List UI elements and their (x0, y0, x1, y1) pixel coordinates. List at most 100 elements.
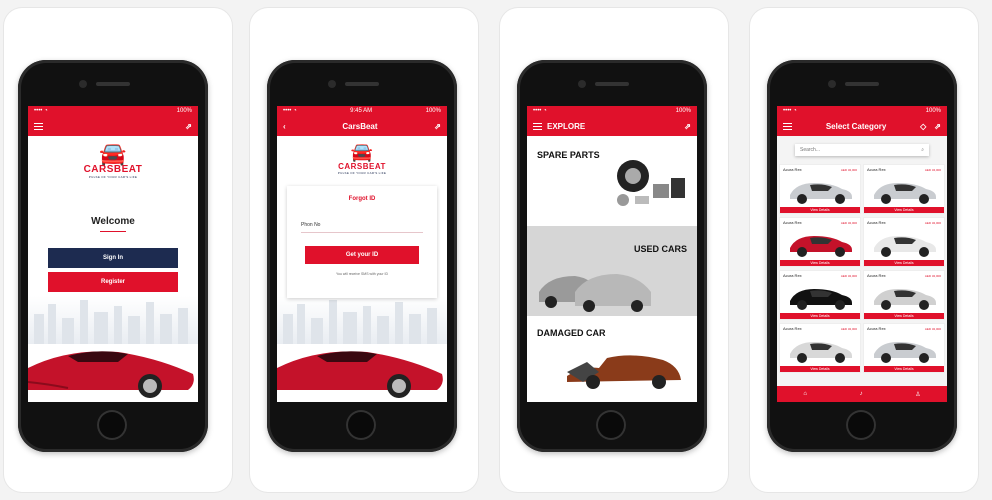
register-button[interactable]: Register (48, 272, 178, 292)
car-name: Acura Rex (783, 326, 802, 331)
share-icon[interactable]: ⇗ (434, 122, 441, 131)
notification-bell-icon[interactable]: ♪ (860, 391, 863, 397)
home-button[interactable] (346, 410, 376, 440)
spare-parts-section[interactable]: SPARE PARTS (527, 136, 697, 226)
car-tile[interactable]: Acura Rex AED 32,000 View Details (779, 164, 861, 214)
share-icon[interactable]: ⇗ (934, 122, 941, 131)
view-details-button[interactable]: View Details (864, 366, 944, 372)
view-details-button[interactable]: View Details (780, 313, 860, 319)
search-icon[interactable]: ⌕ (921, 147, 924, 153)
car-tile[interactable]: Acura Rex AED 32,000 View Details (863, 270, 945, 320)
phone-3: •••• ◔ 100% EXPLORE ⇗ SPARE PARTS USED CA… (517, 60, 707, 452)
battery-label: 100% (675, 108, 691, 114)
get-id-button[interactable]: Get your ID (305, 246, 419, 264)
phone-2: •••• ◔ 9:45 AM 100% ‹ CarsBeat ⇗ 🚘 CARSBEA… (267, 60, 457, 452)
share-icon[interactable]: ⇗ (684, 122, 691, 131)
home-button[interactable] (97, 410, 127, 440)
back-icon[interactable]: ‹ (283, 122, 286, 131)
phone-1: •••• ◔ 100% ⇗ 🚘 CARSBEAT PULSE OF YOUR CA… (18, 60, 208, 452)
brand-logo: 🚘 CARSBEAT PULSE OF YOUR CAR'S LIFE (68, 141, 158, 180)
camera (328, 80, 336, 88)
car-logo-icon: 🚘 (99, 141, 127, 166)
share-icon[interactable]: ⇗ (185, 122, 192, 131)
view-details-button[interactable]: View Details (780, 207, 860, 213)
forgot-id-form: Forgot ID Phon No Get your ID You will r… (287, 186, 437, 298)
car-tile[interactable]: Acura Rex AED 34,000 View Details (863, 164, 945, 214)
view-details-button[interactable]: View Details (864, 207, 944, 213)
app-bar: ‹ CarsBeat ⇗ (277, 116, 447, 136)
used-cars-section[interactable]: USED CARS (527, 226, 697, 316)
menu-icon[interactable] (34, 122, 43, 130)
app-bar: ⇗ (28, 116, 198, 136)
car-price: AED 32,000 (840, 327, 857, 331)
brand-logo: 🚘 CARSBEAT PULSE OF YOUR CAR'S LIFE (322, 142, 402, 175)
car-name: Acura Rex (783, 220, 802, 225)
form-title: Forgot ID (348, 196, 376, 202)
car-tile[interactable]: Acura Rex AED 32,000 View Details (863, 323, 945, 373)
spare-parts-image (617, 160, 685, 206)
brand-tagline: PULSE OF YOUR CAR'S LIFE (88, 175, 138, 179)
signal-icon: •••• ◔ (34, 108, 48, 114)
earpiece (96, 82, 130, 86)
time-label: 9:45 AM (350, 108, 373, 114)
car-image (874, 289, 936, 310)
car-tile[interactable]: Acura Rex AED 32,000 View Details (779, 217, 861, 267)
profile-icon[interactable]: ♙ (915, 391, 920, 398)
signal-icon: •••• ◔ (533, 108, 547, 114)
car-price: AED 32,000 (840, 274, 857, 278)
screen-forgot-id: •••• ◔ 9:45 AM 100% ‹ CarsBeat ⇗ 🚘 CARSBEA… (277, 106, 447, 402)
status-bar: •••• ◔ 100% (28, 106, 198, 116)
search-input[interactable]: Search... ⌕ (795, 144, 929, 156)
car-price: AED 34,000 (924, 168, 941, 172)
earpiece (345, 82, 379, 86)
app-bar: EXPLORE ⇗ (527, 116, 697, 136)
car-name: Acura Rex (867, 273, 886, 278)
red-sports-car-image (277, 351, 443, 398)
car-name: Acura Rex (867, 220, 886, 225)
home-button[interactable] (596, 410, 626, 440)
screen-select-category: •••• ◔ 100% Select Category ◇ ⇗ Search... … (777, 106, 947, 402)
view-details-button[interactable]: View Details (780, 260, 860, 266)
brand-name: CARSBEAT (83, 164, 143, 175)
menu-icon[interactable] (533, 122, 542, 130)
view-details-button[interactable]: View Details (864, 313, 944, 319)
brand-tagline: PULSE OF YOUR CAR'S LIFE (337, 171, 387, 175)
bottom-tab-bar: ⌂ ♪ ♙ (777, 386, 947, 402)
phone-4: •••• ◔ 100% Select Category ◇ ⇗ Search... … (767, 60, 957, 452)
screen-explore: •••• ◔ 100% EXPLORE ⇗ SPARE PARTS USED CA… (527, 106, 697, 402)
car-name: Acura Rex (867, 326, 886, 331)
city-skyline (277, 296, 447, 344)
car-image (790, 236, 852, 257)
car-tile[interactable]: Acura Rex AED 32,000 View Details (779, 270, 861, 320)
signal-icon: •••• ◔ (283, 108, 297, 114)
car-logo-icon: 🚘 (350, 142, 374, 162)
car-image (790, 342, 852, 363)
car-tile[interactable]: Acura Rex AED 32,000 View Details (863, 217, 945, 267)
app-title: EXPLORE (547, 121, 586, 131)
divider (100, 231, 126, 232)
car-price: AED 32,000 (840, 168, 857, 172)
car-tile[interactable]: Acura Rex AED 32,000 View Details (779, 323, 861, 373)
menu-icon[interactable] (783, 122, 792, 130)
phone-number-field[interactable]: Phon No (301, 218, 423, 233)
car-image (874, 183, 936, 204)
diamond-icon[interactable]: ◇ (920, 122, 926, 131)
home-button[interactable] (846, 410, 876, 440)
camera (578, 80, 586, 88)
damaged-car-section[interactable]: DAMAGED CAR (527, 316, 697, 402)
home-icon[interactable]: ⌂ (803, 391, 807, 397)
damaged-car-label: DAMAGED CAR (537, 328, 606, 338)
car-image (790, 183, 852, 204)
battery-label: 100% (425, 108, 441, 114)
view-details-button[interactable]: View Details (864, 260, 944, 266)
car-price: AED 32,000 (924, 221, 941, 225)
welcome-heading: Welcome (91, 216, 135, 227)
view-details-button[interactable]: View Details (780, 366, 860, 372)
car-name: Acura Rex (783, 167, 802, 172)
sign-in-button[interactable]: Sign In (48, 248, 178, 268)
search-placeholder: Search... (800, 147, 821, 153)
screen-welcome: •••• ◔ 100% ⇗ 🚘 CARSBEAT PULSE OF YOUR CA… (28, 106, 198, 402)
car-image (790, 289, 852, 310)
car-price: AED 32,000 (924, 274, 941, 278)
car-image (874, 236, 936, 257)
